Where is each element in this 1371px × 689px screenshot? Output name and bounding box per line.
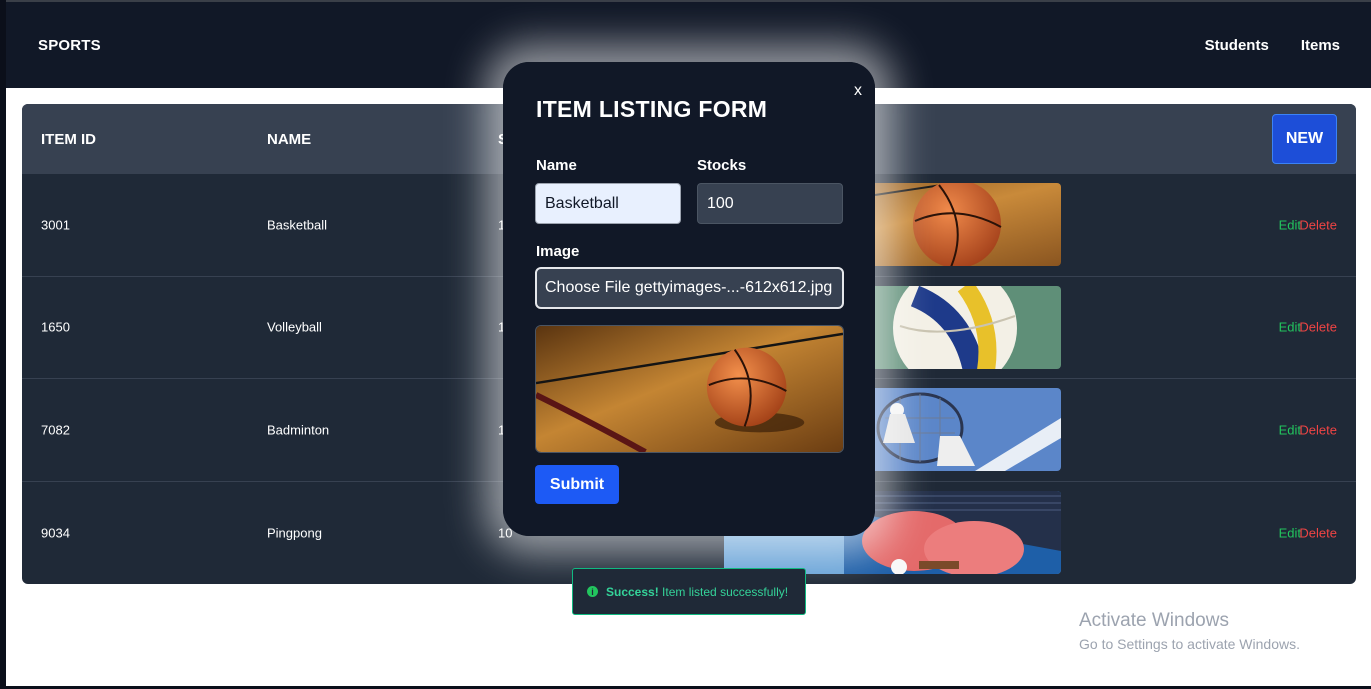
nav-link-students[interactable]: Students bbox=[1205, 37, 1269, 54]
name-input[interactable] bbox=[535, 183, 681, 224]
column-header-name: NAME bbox=[267, 130, 312, 148]
stocks-label: Stocks bbox=[697, 157, 747, 174]
windows-activation-watermark: Activate Windows Go to Settings to activ… bbox=[1079, 610, 1300, 652]
item-name-cell: Badminton bbox=[267, 422, 330, 438]
column-header-item-id: ITEM ID bbox=[41, 130, 96, 148]
toast-message: Item listed successfully! bbox=[662, 584, 789, 599]
delete-link[interactable]: Delete bbox=[1299, 320, 1337, 335]
edit-link[interactable]: Edit bbox=[1279, 217, 1301, 232]
item-id-cell: 3001 bbox=[41, 217, 70, 233]
item-id-cell: 1650 bbox=[41, 319, 70, 335]
item-listing-modal: x ITEM LISTING FORM Name Stocks Image Ch… bbox=[503, 62, 875, 536]
screen-edge-left bbox=[0, 0, 6, 689]
brand-link[interactable]: SPORTS bbox=[38, 37, 101, 54]
name-label: Name bbox=[536, 157, 577, 174]
delete-link[interactable]: Delete bbox=[1299, 217, 1337, 232]
item-name-cell: Basketball bbox=[267, 217, 327, 233]
stocks-input[interactable] bbox=[697, 183, 843, 224]
item-id-cell: 9034 bbox=[41, 525, 70, 541]
modal-title: ITEM LISTING FORM bbox=[536, 96, 768, 122]
edit-link[interactable]: Edit bbox=[1279, 320, 1301, 335]
close-icon[interactable]: x bbox=[854, 82, 862, 100]
item-name-cell: Pingpong bbox=[267, 525, 322, 541]
success-toast: i Success! Item listed successfully! bbox=[572, 568, 806, 615]
item-name-cell: Volleyball bbox=[267, 319, 322, 335]
edit-link[interactable]: Edit bbox=[1279, 525, 1301, 540]
delete-link[interactable]: Delete bbox=[1299, 525, 1337, 540]
watermark-subtitle: Go to Settings to activate Windows. bbox=[1079, 636, 1300, 652]
nav-link-items[interactable]: Items bbox=[1301, 37, 1340, 54]
item-id-cell: 7082 bbox=[41, 422, 70, 438]
delete-link[interactable]: Delete bbox=[1299, 422, 1337, 437]
watermark-title: Activate Windows bbox=[1079, 610, 1229, 631]
info-icon: i bbox=[587, 586, 598, 597]
new-item-button[interactable]: NEW bbox=[1272, 114, 1337, 164]
image-label: Image bbox=[536, 243, 580, 260]
submit-button[interactable]: Submit bbox=[535, 465, 619, 504]
image-preview bbox=[535, 325, 844, 453]
image-file-input[interactable]: Choose File gettyimages-...-612x612.jpg bbox=[535, 267, 844, 309]
edit-link[interactable]: Edit bbox=[1279, 422, 1301, 437]
nav-links: Students Items bbox=[1205, 37, 1340, 54]
toast-title: Success! bbox=[606, 584, 659, 599]
